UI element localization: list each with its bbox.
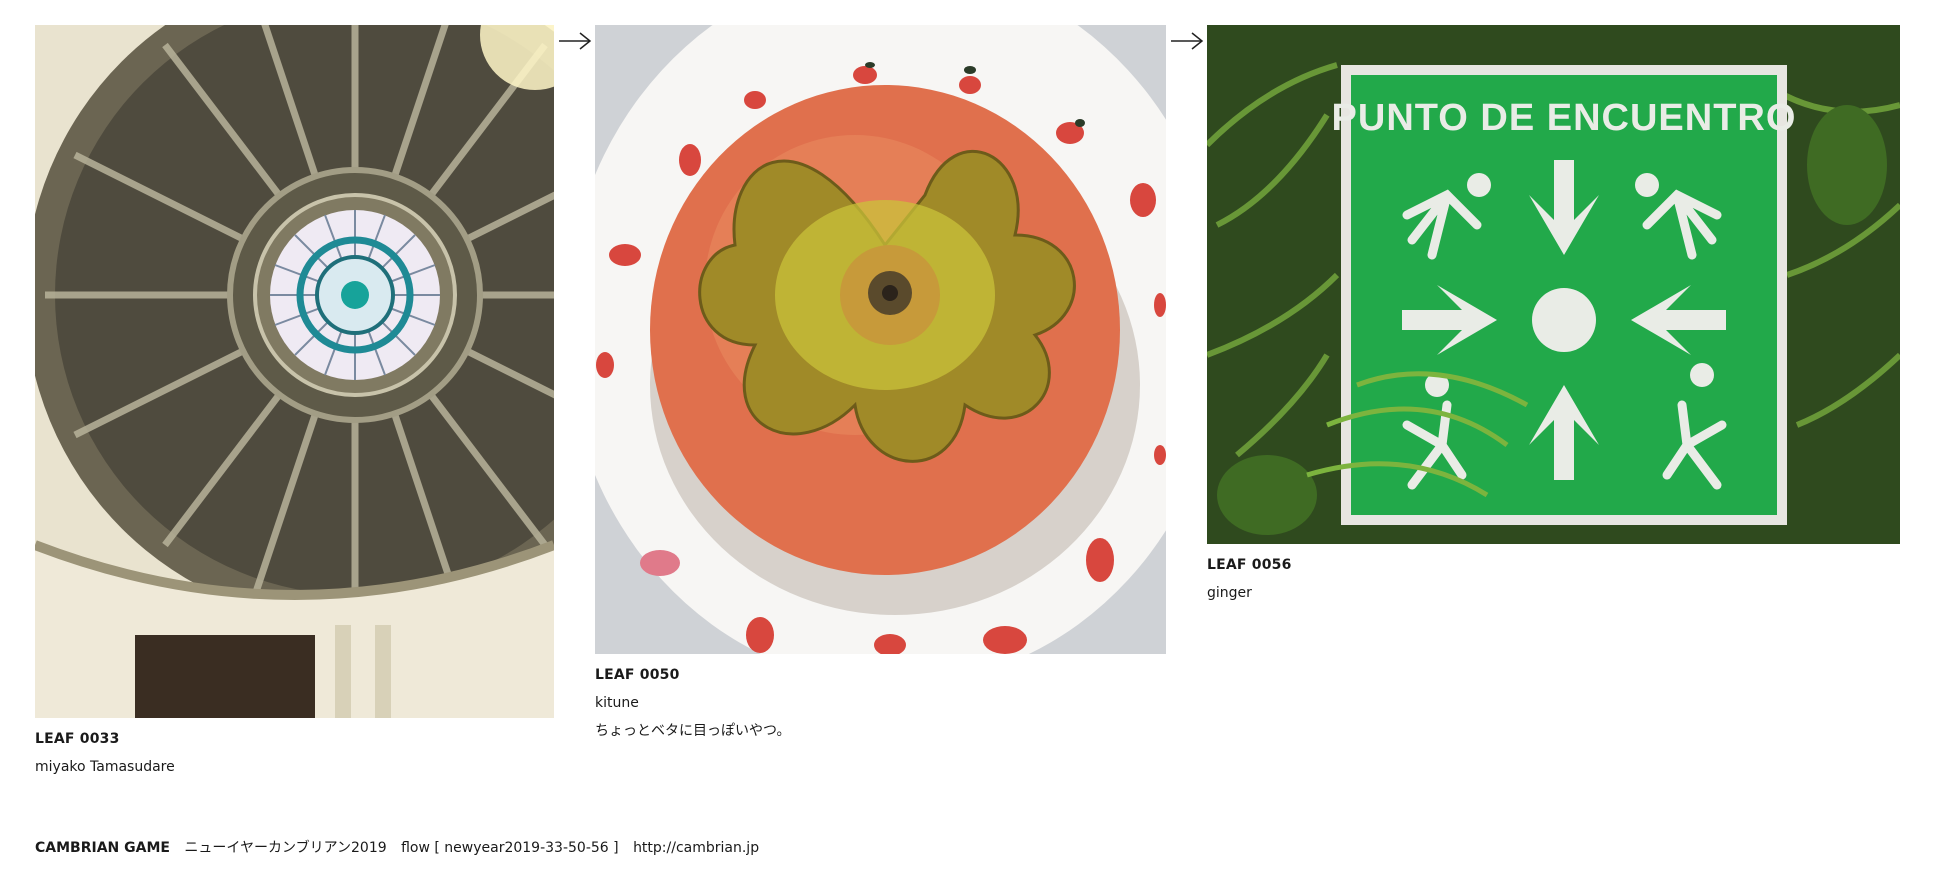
persimmon-plate-photo[interactable] [595,25,1166,654]
leaf-id-label: LEAF 0050 [595,667,680,683]
leaf-card-0056: PUNTO DE ENCUENTRO LEAF 0056 ginger [1207,25,1900,602]
leaf-author[interactable]: ginger [1207,584,1900,602]
footer-game-name[interactable]: CAMBRIAN GAME [35,840,170,856]
right-arrow-icon [1171,32,1204,50]
flow-page: LEAF 0033 miyako Tamasudare LEAF 0050 ki… [0,0,1935,872]
footer-title[interactable]: ニューイヤーカンブリアン2019 [184,840,386,856]
leaf-card-0033: LEAF 0033 miyako Tamasudare [35,25,554,776]
leaf-author[interactable]: miyako Tamasudare [35,758,554,776]
footer-site-link[interactable]: http://cambrian.jp [633,840,759,856]
footer-flow-id: flow [ newyear2019-33-50-56 ] [401,840,619,856]
dome-ceiling-photo[interactable] [35,25,554,718]
leaf-comment: ちょっとベタに目っぽいやつ。 [595,723,791,739]
assembly-point-sign-photo[interactable]: PUNTO DE ENCUENTRO [1207,25,1900,544]
right-arrow-icon [559,32,592,50]
leaf-id-label: LEAF 0056 [1207,557,1292,573]
leaf-id-label: LEAF 0033 [35,731,120,747]
footer: CAMBRIAN GAME ニューイヤーカンブリアン2019 flow [ ne… [35,839,759,857]
leaf-author[interactable]: kitune [595,694,1166,712]
leaf-card-0050: LEAF 0050 kitune ちょっとベタに目っぽいやつ。 [595,25,1166,740]
sign-text: PUNTO DE ENCUENTRO [1332,97,1797,139]
